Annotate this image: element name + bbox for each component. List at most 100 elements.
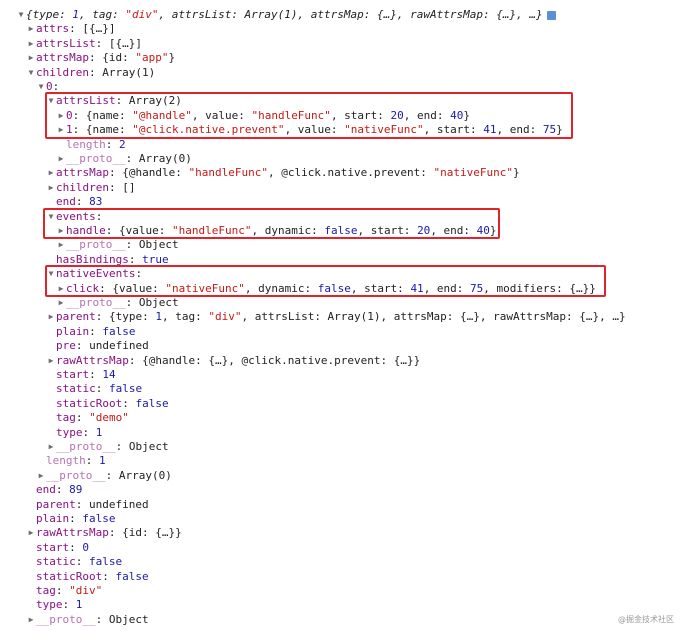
tree-row[interactable]: ▶ attrsList: [{…}] (0, 37, 684, 51)
tree-row: ▶plain: false (0, 512, 684, 526)
collapsed-triangle-icon[interactable]: ▶ (26, 51, 36, 65)
property-value: "handleFunc" (171, 224, 252, 237)
tree-row[interactable]: ▶ __proto__: Object (0, 613, 684, 627)
console-object-tree: ▼ {type: 1, tag: "div", attrsList: Array(… (0, 0, 684, 631)
property-value: : {name: (72, 123, 133, 137)
collapsed-triangle-icon[interactable]: ▶ (56, 123, 66, 137)
collapsed-triangle-icon[interactable]: ▶ (46, 310, 56, 324)
collapsed-triangle-icon[interactable]: ▶ (46, 166, 56, 180)
property-value: , tag: (78, 8, 126, 21)
tree-row: ▶type: 1 (0, 426, 684, 440)
collapsed-triangle-icon[interactable]: ▶ (26, 526, 36, 540)
property-value: : [{…}] (95, 36, 142, 50)
property-value: } (513, 166, 520, 180)
collapsed-triangle-icon[interactable]: ▶ (56, 238, 66, 252)
property-key: staticRoot (36, 569, 103, 583)
property-value: : (135, 267, 143, 281)
expanded-triangle-icon[interactable]: ▼ (26, 66, 36, 80)
collapsed-triangle-icon[interactable]: ▶ (46, 354, 56, 368)
expanded-triangle-icon[interactable]: ▼ (46, 210, 56, 224)
property-value: } (168, 51, 176, 65)
tree-row[interactable]: ▶ rawAttrsMap: {@handle: {…}, @click.nati… (0, 354, 684, 368)
property-key: tag (56, 411, 76, 425)
tree-row[interactable]: ▼ 0: (0, 80, 684, 94)
tree-row[interactable]: ▶ attrsMap: {id: "app"} (0, 51, 684, 65)
tree-row[interactable]: ▶ click: {value: "nativeFunc", dynamic: f… (0, 282, 684, 296)
property-key: start (36, 540, 70, 554)
property-key: start (56, 368, 90, 381)
tree-row[interactable]: ▶ __proto__: Object (0, 440, 684, 454)
property-value: "demo" (89, 411, 129, 425)
tree-row[interactable]: ▼ attrsList: Array(2) (0, 94, 684, 108)
tree-row[interactable]: ▶ parent: {type: 1, tag: "div", attrsList… (0, 310, 684, 324)
collapsed-triangle-icon[interactable]: ▶ (56, 152, 66, 166)
property-value: : (89, 368, 103, 381)
property-value: 1 (155, 310, 162, 324)
tree-row[interactable]: ▼ events: (0, 210, 684, 224)
tree-row[interactable]: ▶ handle: {value: "handleFunc", dynamic: … (0, 224, 684, 238)
property-value: : {value: (99, 281, 166, 295)
collapsed-triangle-icon[interactable]: ▶ (56, 224, 66, 238)
property-value: : (75, 411, 90, 425)
property-value: false (317, 281, 351, 295)
property-key: plain (56, 324, 90, 338)
property-key: rawAttrsMap (36, 526, 109, 540)
collapsed-triangle-icon[interactable]: ▶ (36, 469, 46, 483)
expanded-triangle-icon[interactable]: ▼ (36, 80, 46, 94)
tree-row[interactable]: ▶ attrs: [{…}] (0, 22, 684, 36)
property-value: "handleFunc" (188, 166, 268, 180)
property-key: handle (66, 224, 106, 237)
property-value: false (82, 512, 116, 525)
expanded-triangle-icon[interactable]: ▼ (46, 94, 56, 108)
property-key: 0 (66, 108, 73, 122)
tree-row[interactable]: ▼ nativeEvents: (0, 267, 684, 281)
tree-row[interactable]: ▶ __proto__: Object (0, 296, 684, 310)
tree-row[interactable]: ▶ __proto__: Array(0) (0, 469, 684, 483)
tree-row[interactable]: ▼ {type: 1, tag: "div", attrsList: Array(… (0, 8, 684, 22)
expanded-triangle-icon[interactable]: ▼ (46, 267, 56, 281)
collapsed-triangle-icon[interactable]: ▶ (26, 613, 36, 627)
property-value: : {id: {…}} (108, 526, 182, 540)
property-value: 40 (450, 108, 464, 122)
expanded-triangle-icon[interactable]: ▼ (16, 8, 26, 22)
watermark: @掘金技术社区 (618, 615, 674, 624)
info-icon[interactable] (546, 10, 556, 20)
property-key: tag (36, 584, 56, 597)
property-value: , start: (330, 108, 391, 122)
tree-row[interactable]: ▶ 1: {name: "@click.native.prevent", valu… (0, 123, 684, 137)
property-value: true (142, 252, 169, 266)
tree-row[interactable]: ▶ rawAttrsMap: {id: {…}} (0, 526, 684, 540)
tree-row[interactable]: ▼ children: Array(1) (0, 66, 684, 80)
tree-row[interactable]: ▶ 0: {name: "@handle", value: "handleFunc… (0, 109, 684, 123)
collapsed-triangle-icon[interactable]: ▶ (46, 181, 56, 195)
tree-row[interactable]: ▶ children: [] (0, 181, 684, 195)
tree-row[interactable]: ▶ __proto__: Array(0) (0, 152, 684, 166)
collapsed-triangle-icon[interactable]: ▶ (56, 282, 66, 296)
property-key: parent (36, 497, 76, 511)
collapsed-triangle-icon[interactable]: ▶ (46, 440, 56, 454)
property-value: , modifiers: {…}} (483, 281, 596, 295)
collapsed-triangle-icon[interactable]: ▶ (26, 37, 36, 51)
property-value: 75 (542, 123, 557, 137)
property-value: , end: (403, 108, 451, 122)
property-value: 1 (95, 425, 103, 439)
tree-row: ▶type: 1 (0, 598, 684, 612)
property-key: 1 (66, 123, 73, 137)
tree-row: ▶start: 14 (0, 368, 684, 382)
collapsed-triangle-icon[interactable]: ▶ (26, 22, 36, 36)
property-value: 83 (89, 195, 103, 209)
property-key: static (36, 555, 76, 569)
property-key: {type: (26, 8, 73, 21)
property-value: : (95, 382, 109, 396)
tree-row[interactable]: ▶ attrsMap: {@handle: "handleFunc", @clic… (0, 166, 684, 180)
tree-row[interactable]: ▶ __proto__: Object (0, 238, 684, 252)
tree-row: ▶staticRoot: false (0, 570, 684, 584)
property-value: , @click.native.prevent: (267, 166, 434, 180)
property-value: false (135, 396, 169, 410)
collapsed-triangle-icon[interactable]: ▶ (56, 109, 66, 123)
property-key: end (36, 483, 56, 497)
property-key: __proto__ (66, 152, 126, 165)
property-value: , start: (350, 281, 411, 295)
property-value: "@click.native.prevent" (132, 123, 285, 137)
collapsed-triangle-icon[interactable]: ▶ (56, 296, 66, 310)
